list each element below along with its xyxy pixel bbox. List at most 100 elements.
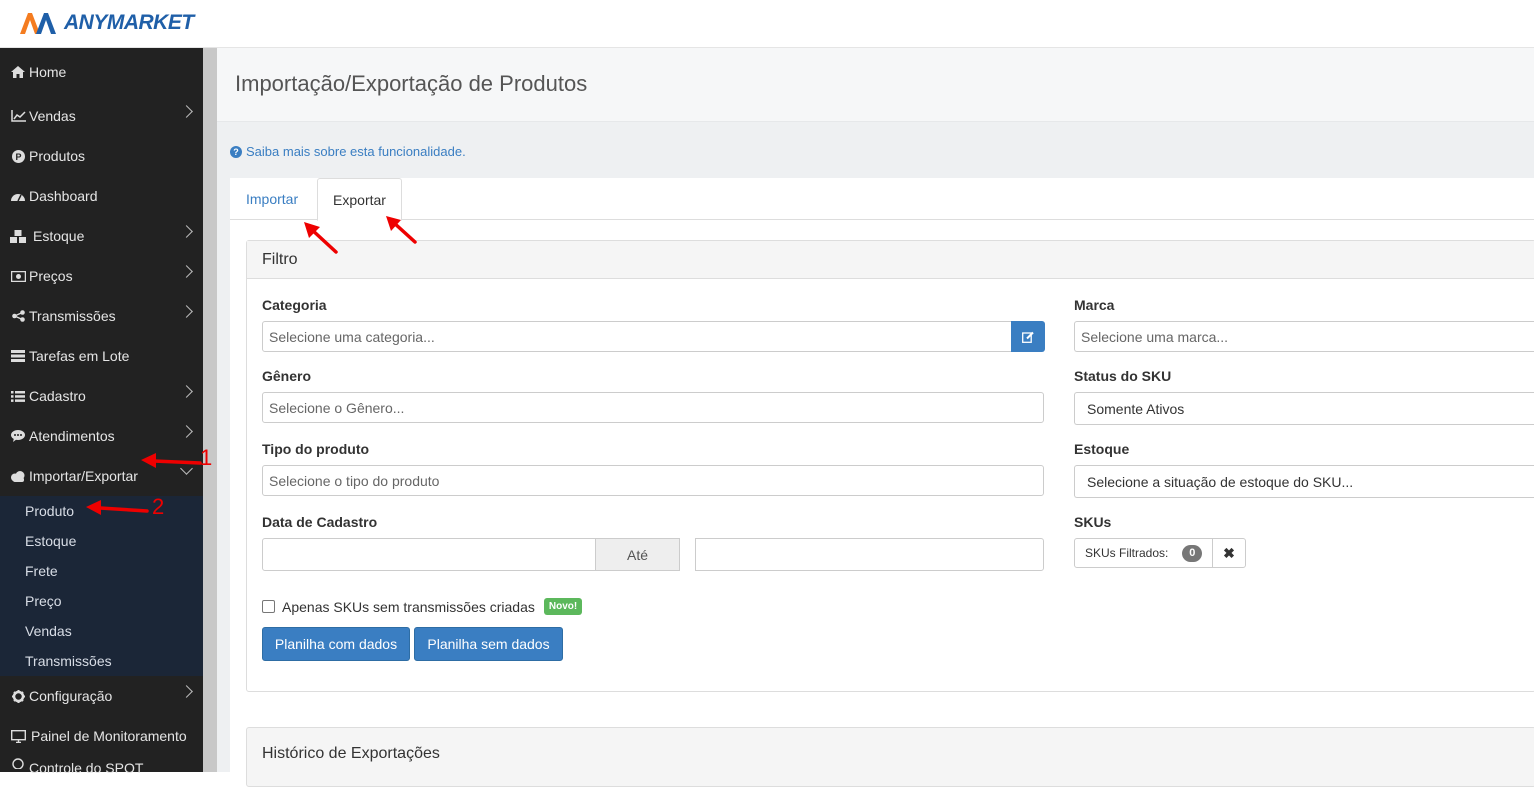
chevron-right-icon <box>180 105 193 118</box>
main-content: Importação/Exportação de Produtos ? Saib… <box>217 48 1534 787</box>
skus-count-badge: 0 <box>1182 544 1203 562</box>
data-cadastro-from-input[interactable] <box>262 538 596 571</box>
skus-filtered-button[interactable]: SKUs Filtrados: 0 <box>1075 539 1213 567</box>
submenu-item-vendas[interactable]: Vendas <box>0 616 203 646</box>
sidebar-item-label: Cadastro <box>29 388 86 404</box>
page-header: Importação/Exportação de Produtos <box>217 48 1534 122</box>
sidebar-item-controle-spot[interactable]: Controle do SPOT <box>0 756 203 774</box>
chevron-right-icon <box>180 685 193 698</box>
tipo-produto-label: Tipo do produto <box>262 441 370 457</box>
status-sku-label: Status do SKU <box>1074 368 1172 384</box>
clear-skus-button[interactable]: ✖ <box>1213 545 1245 562</box>
submenu-item-frete[interactable]: Frete <box>0 556 203 586</box>
sidebar-item-painel-de-monitoramento[interactable]: Painel de Monitoramento <box>0 716 203 756</box>
tab-strip: Importar Exportar <box>230 178 1534 221</box>
question-circle-icon: ? <box>230 145 242 158</box>
status-sku-select[interactable]: Somente Ativos <box>1074 392 1534 425</box>
tabs-panel: Importar Exportar Filtro Categoria Selec… <box>230 178 1534 787</box>
logo-mark-icon <box>20 13 56 34</box>
export-history-panel: Histórico de Exportações <box>246 727 1534 787</box>
submenu-item-preco[interactable]: Preço <box>0 586 203 616</box>
cloud-icon <box>10 469 26 483</box>
tab-importar[interactable]: Importar <box>230 178 314 220</box>
sidebar-item-label: Estoque <box>33 228 85 244</box>
sidebar-item-vendas[interactable]: Vendas <box>0 96 203 136</box>
sidebar-item-home[interactable]: Home <box>0 48 203 96</box>
submenu-item-estoque[interactable]: Estoque <box>0 526 203 556</box>
sidebar-item-label: Produtos <box>29 148 86 164</box>
export-without-data-button[interactable]: Planilha sem dados <box>414 627 563 661</box>
sidebar-item-transmissoes[interactable]: Transmissões <box>0 296 203 336</box>
chevron-right-icon <box>180 265 193 278</box>
sidebar-item-label: Home <box>29 64 67 80</box>
skus-filtered-label: SKUs Filtrados: <box>1085 546 1169 560</box>
new-badge: Novo! <box>543 598 583 615</box>
help-link-text: Saiba mais sobre esta funcionalidade. <box>246 144 466 159</box>
chevron-right-icon <box>180 425 193 438</box>
top-bar: ANYMARKET <box>0 0 1534 48</box>
tipo-produto-input[interactable]: Selecione o tipo do produto <box>262 465 1044 496</box>
chevron-right-icon <box>180 305 193 318</box>
skus-label: SKUs <box>1074 514 1112 530</box>
export-history-title: Histórico de Exportações <box>262 745 440 762</box>
submenu-item-produto[interactable]: Produto <box>0 496 203 526</box>
annotation-number-2: 2 <box>152 494 165 519</box>
marca-label: Marca <box>1074 297 1115 313</box>
skus-filter-control: SKUs Filtrados: 0 ✖ <box>1074 538 1246 568</box>
sidebar-item-label: Preços <box>29 268 73 284</box>
sidebar-item-label: Vendas <box>29 108 76 124</box>
categoria-label: Categoria <box>262 297 327 313</box>
tab-exportar[interactable]: Exportar <box>317 178 402 221</box>
importar-exportar-submenu: Produto Estoque Frete Preço Vendas Trans… <box>0 496 203 676</box>
monitor-icon <box>10 729 26 743</box>
help-link[interactable]: ? Saiba mais sobre esta funcionalidade. <box>230 144 466 159</box>
sidebar-item-dashboard[interactable]: Dashboard <box>0 176 203 216</box>
sidebar-item-label: Configuração <box>29 688 113 704</box>
svg-text:P: P <box>15 152 21 162</box>
sidebar-item-label: Transmissões <box>29 308 116 324</box>
chevron-right-icon <box>180 225 193 238</box>
estoque-label: Estoque <box>1074 441 1130 457</box>
data-cadastro-label: Data de Cadastro <box>262 514 378 530</box>
tasks-icon <box>10 349 26 363</box>
sidebar-item-label: Atendimentos <box>29 428 115 444</box>
sidebar-item-label: Tarefas em Lote <box>29 348 130 364</box>
sidebar-item-label: Importar/Exportar <box>29 468 138 484</box>
anymarket-logo[interactable]: ANYMARKET <box>18 8 194 38</box>
comments-icon <box>10 429 26 443</box>
genero-input[interactable]: Selecione o Gênero... <box>262 392 1044 423</box>
gear-icon <box>10 689 26 703</box>
no-transmissions-label[interactable]: Apenas SKUs sem transmissões criadas <box>282 599 535 615</box>
no-transmissions-checkbox[interactable] <box>262 600 275 613</box>
cubes-icon <box>10 229 26 243</box>
export-with-data-button[interactable]: Planilha com dados <box>262 627 410 661</box>
submenu-item-transmissoes[interactable]: Transmissões <box>0 646 203 676</box>
share-icon <box>10 309 26 323</box>
annotation-number-1: 1 <box>200 445 213 470</box>
no-transmissions-option: Apenas SKUs sem transmissões criadas Nov… <box>262 598 583 615</box>
estoque-select[interactable]: Selecione a situação de estoque do SKU..… <box>1074 465 1534 498</box>
line-chart-icon <box>10 109 26 123</box>
sidebar-item-cadastro[interactable]: Cadastro <box>0 376 203 416</box>
sidebar-item-configuracao[interactable]: Configuração <box>0 676 203 716</box>
date-range-separator: Até <box>595 538 680 571</box>
edit-icon <box>1022 331 1034 343</box>
marca-input[interactable]: Selecione uma marca... <box>1074 321 1534 352</box>
sidebar: Home Vendas P Produtos Dashboard Estoque… <box>0 48 203 774</box>
spot-icon <box>10 756 26 770</box>
list-icon <box>10 389 26 403</box>
data-cadastro-to-input[interactable] <box>695 538 1044 571</box>
genero-label: Gênero <box>262 368 312 384</box>
edit-category-button[interactable] <box>1011 321 1045 352</box>
sidebar-item-precos[interactable]: Preços <box>0 256 203 296</box>
sidebar-item-importar-exportar[interactable]: Importar/Exportar <box>0 456 203 496</box>
filter-panel-title: Filtro <box>247 241 1534 279</box>
sidebar-item-produtos[interactable]: P Produtos <box>0 136 203 176</box>
sidebar-item-atendimentos[interactable]: Atendimentos <box>0 416 203 456</box>
sidebar-scrollbar[interactable] <box>203 48 217 772</box>
home-icon <box>10 65 26 79</box>
categoria-input[interactable]: Selecione uma categoria... <box>262 321 1012 352</box>
sidebar-item-tarefas-em-lote[interactable]: Tarefas em Lote <box>0 336 203 376</box>
product-p-icon: P <box>10 149 26 163</box>
sidebar-item-estoque[interactable]: Estoque <box>0 216 203 256</box>
